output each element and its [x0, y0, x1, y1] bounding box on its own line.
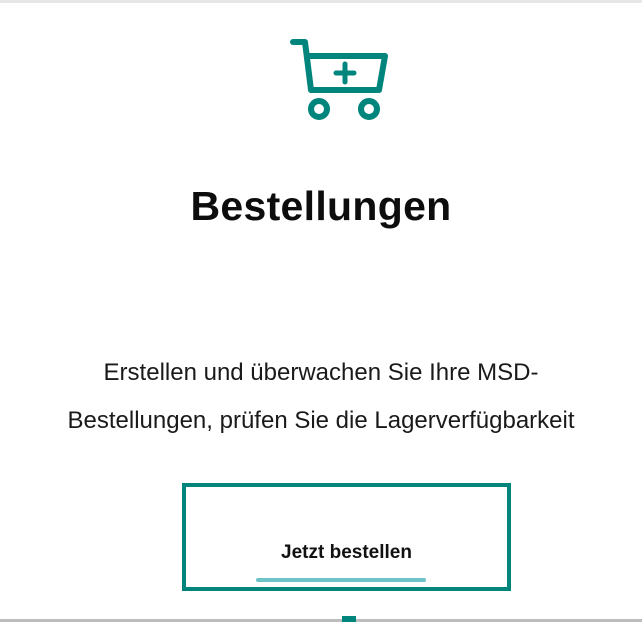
card-description: Erstellen und überwachen Sie Ihre MSD-Be…: [67, 359, 575, 434]
order-now-button[interactable]: Jetzt bestellen: [182, 483, 511, 591]
bottom-marker: [342, 616, 356, 622]
orders-card: Bestellungen Erstellen und überwachen Si…: [0, 0, 642, 622]
top-divider: [0, 0, 642, 3]
cart-plus-icon: [290, 39, 388, 120]
order-now-label[interactable]: Jetzt bestellen: [186, 542, 507, 564]
card-title: Bestellungen: [190, 183, 452, 229]
cta-underline: [256, 578, 426, 582]
